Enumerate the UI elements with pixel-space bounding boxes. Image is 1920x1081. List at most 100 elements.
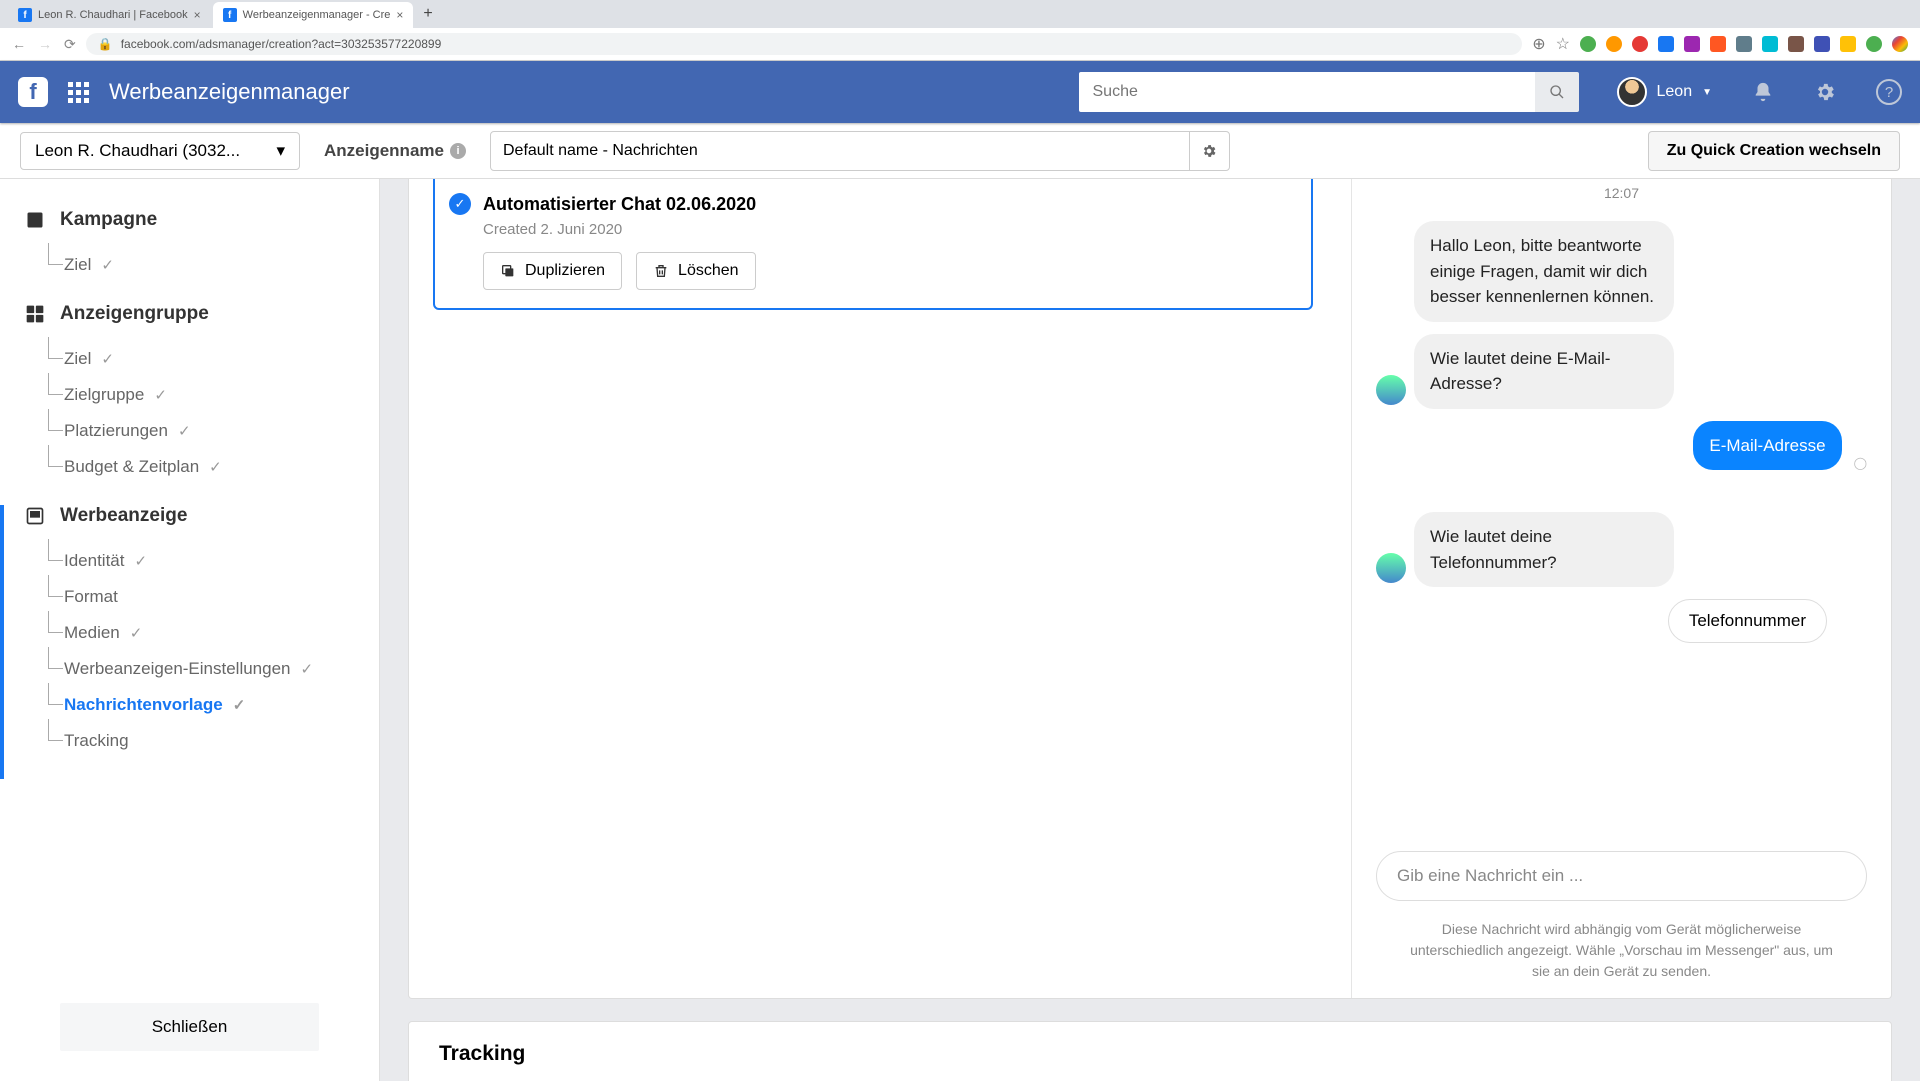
campaign-icon [24,209,46,231]
facebook-favicon-icon: f [223,8,237,22]
extension-icon[interactable] [1814,36,1830,52]
chat-time: 12:07 [1376,185,1867,201]
check-icon: ✓ [301,660,314,678]
ad-name-settings-button[interactable] [1189,132,1229,170]
forward-icon[interactable]: → [38,36,52,53]
nav-header-ad[interactable]: Werbeanzeige [24,505,355,527]
fb-header: f Werbeanzeigenmanager Leon ▼ ? [0,61,1920,123]
close-icon[interactable]: × [194,8,201,22]
chat-input[interactable]: Gib eine Nachricht ein ... [1376,851,1867,901]
check-icon: ✓ [101,350,114,368]
extension-icon[interactable] [1632,36,1648,52]
nav-item-medien[interactable]: Medien✓ [24,615,355,651]
tracking-title: Tracking [439,1042,1861,1066]
extension-icon[interactable] [1788,36,1804,52]
chat-option-button[interactable]: Telefonnummer [1668,599,1827,643]
extension-icon[interactable] [1736,36,1752,52]
trash-icon [653,263,669,279]
close-icon[interactable]: × [396,8,403,22]
extension-icon[interactable] [1606,36,1622,52]
extension-icon[interactable] [1840,36,1856,52]
chat-message: Wie lautet deine E-Mail-Adresse? [1414,334,1674,409]
star-icon[interactable]: ☆ [1556,34,1570,54]
user-name: Leon [1657,83,1693,101]
settings-icon[interactable] [1814,81,1836,103]
tab-title: Leon R. Chaudhari | Facebook [38,9,188,21]
delete-button[interactable]: Löschen [636,252,756,290]
help-icon[interactable]: ? [1876,79,1902,105]
back-icon[interactable]: ← [12,36,26,53]
check-icon: ✓ [209,458,222,476]
info-icon[interactable]: i [450,143,466,159]
selected-check-icon: ✓ [449,193,471,215]
account-label: Leon R. Chaudhari (3032... [35,141,240,161]
url-text: facebook.com/adsmanager/creation?act=303… [121,37,442,51]
chat-avatar-icon [1376,553,1406,583]
nav-ad: Werbeanzeige Identität✓ Format Medien✓ W… [0,505,379,779]
sidebar: Kampagne Ziel ✓ Anzeigengruppe Ziel✓ Zie… [0,179,380,1081]
chat-message: Hallo Leon, bitte beantworte einige Frag… [1414,221,1674,322]
check-icon: ✓ [135,552,148,570]
nav-item-tracking[interactable]: Tracking [24,723,355,759]
quick-creation-button[interactable]: Zu Quick Creation wechseln [1648,131,1900,171]
tab-bar: f Leon R. Chaudhari | Facebook × f Werbe… [0,0,1920,28]
search-input[interactable] [1079,72,1535,112]
facebook-logo-icon[interactable]: f [18,77,48,107]
top-bar: Leon R. Chaudhari (3032... ▾ Anzeigennam… [0,123,1920,179]
nav-item-format[interactable]: Format [24,579,355,615]
template-card[interactable]: ✓ Automatisierter Chat 02.06.2020 Create… [433,179,1313,310]
extension-icon[interactable] [1658,36,1674,52]
search-icon[interactable]: ⊕ [1532,34,1545,54]
nav-item-ziel[interactable]: Ziel✓ [24,341,355,377]
nav-item-budget[interactable]: Budget & Zeitplan✓ [24,449,355,485]
chat-reply: E-Mail-Adresse [1693,421,1841,471]
main: Kampagne Ziel ✓ Anzeigengruppe Ziel✓ Zie… [0,179,1920,1081]
close-button[interactable]: Schließen [60,1003,319,1051]
apps-menu-icon[interactable] [68,82,89,103]
chat-avatar-icon [1376,375,1406,405]
nav-campaign: Kampagne Ziel ✓ [0,209,379,303]
ad-name-input[interactable] [491,142,1189,160]
browser-tab[interactable]: f Leon R. Chaudhari | Facebook × [8,2,211,28]
nav-header-campaign[interactable]: Kampagne [24,209,355,231]
app-title: Werbeanzeigenmanager [109,79,350,105]
nav-item-platzierungen[interactable]: Platzierungen✓ [24,413,355,449]
user-menu[interactable]: Leon ▼ [1617,77,1713,107]
copy-icon [500,263,516,279]
extension-icon[interactable] [1580,36,1596,52]
extension-icon[interactable] [1866,36,1882,52]
address-bar[interactable]: 🔒 facebook.com/adsmanager/creation?act=3… [86,33,1523,55]
duplicate-button[interactable]: Duplizieren [483,252,622,290]
notifications-icon[interactable] [1752,81,1774,103]
check-icon: ✓ [130,624,143,642]
search-button[interactable] [1535,72,1579,112]
nav-item-nachrichtenvorlage[interactable]: Nachrichtenvorlage✓ [24,687,355,723]
extension-icons: ⊕ ☆ [1532,34,1908,54]
nav-item-identitaet[interactable]: Identität✓ [24,543,355,579]
avatar-icon[interactable] [1892,36,1908,52]
chat-preview: 12:07 Hallo Leon, bitte beantworte einig… [1351,179,1891,998]
ad-name-field [490,131,1230,171]
nav-item-einstellungen[interactable]: Werbeanzeigen-Einstellungen✓ [24,651,355,687]
extension-icon[interactable] [1684,36,1700,52]
browser-chrome: f Leon R. Chaudhari | Facebook × f Werbe… [0,0,1920,61]
new-tab-button[interactable]: + [415,5,440,23]
address-row: ← → ⟳ 🔒 facebook.com/adsmanager/creation… [0,28,1920,60]
chat-message: Wie lautet deine Telefonnummer? [1414,512,1674,587]
reload-icon[interactable]: ⟳ [64,36,76,53]
tracking-panel: Tracking [408,1021,1892,1081]
template-created: Created 2. Juni 2020 [483,221,1297,238]
browser-tab[interactable]: f Werbeanzeigenmanager - Cre × [213,2,414,28]
extension-icon[interactable] [1762,36,1778,52]
search-container [1079,72,1579,112]
nav-item-zielgruppe[interactable]: Zielgruppe✓ [24,377,355,413]
extension-icon[interactable] [1710,36,1726,52]
nav-item-ziel[interactable]: Ziel ✓ [24,247,355,283]
gear-icon [1201,143,1217,159]
chat-body: Hallo Leon, bitte beantworte einige Frag… [1376,221,1867,837]
account-dropdown[interactable]: Leon R. Chaudhari (3032... ▾ [20,132,300,170]
nav-header-adset[interactable]: Anzeigengruppe [24,303,355,325]
chevron-down-icon: ▾ [276,141,285,161]
check-icon: ✓ [233,696,246,714]
adset-icon [24,303,46,325]
